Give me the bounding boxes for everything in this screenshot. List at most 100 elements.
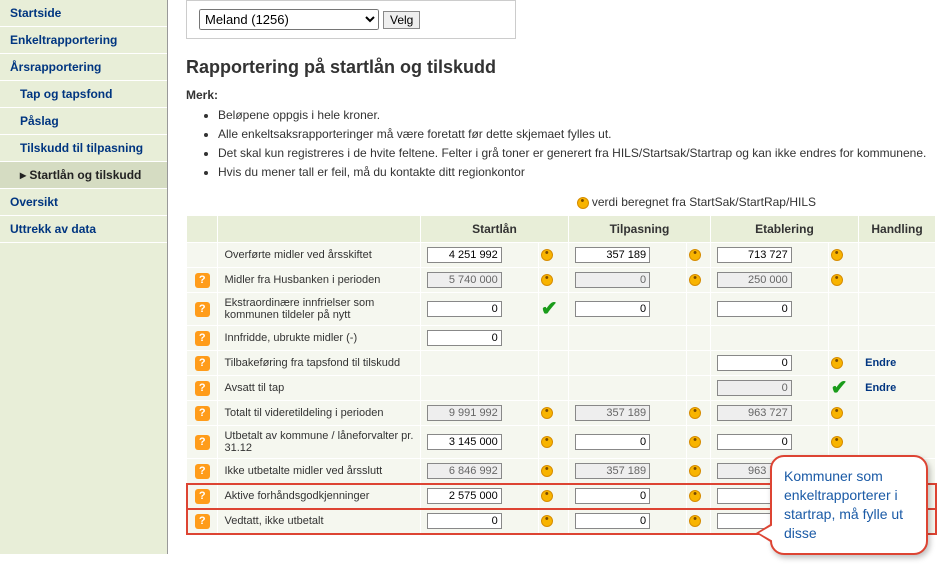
table-row: ? Avsatt til tap Endre	[187, 376, 936, 401]
amount-input	[427, 272, 502, 288]
table-row: ? Ekstraordinære innfrielser som kommunen…	[187, 293, 936, 326]
amount-input[interactable]	[717, 247, 792, 263]
check-icon	[541, 301, 559, 317]
table-row: ? Utbetalt av kommune / låneforvalter pr.…	[187, 426, 936, 459]
action-link[interactable]: Endre	[859, 351, 936, 376]
help-icon[interactable]: ?	[195, 435, 210, 450]
table-header: Startlån	[420, 216, 568, 243]
sidebar-item-5[interactable]: Tilskudd til tilpasning	[0, 135, 167, 162]
amount-input[interactable]	[427, 301, 502, 317]
sidebar-item-3[interactable]: Tap og tapsfond	[0, 81, 167, 108]
municipality-selector-box: Meland (1256) Velg	[186, 0, 516, 39]
calculated-icon	[831, 407, 843, 419]
calculated-icon	[689, 274, 701, 286]
amount-input[interactable]	[575, 513, 650, 529]
amount-input[interactable]	[427, 434, 502, 450]
note-list: Beløpene oppgis i hele kroner.Alle enkel…	[218, 106, 936, 181]
callout-annotation: Kommuner som enkeltrapporterer i startra…	[770, 455, 928, 555]
amount-input	[717, 405, 792, 421]
calculated-icon	[689, 436, 701, 448]
sidebar-item-7[interactable]: Oversikt	[0, 189, 167, 216]
table-row: ?Midler fra Husbanken i perioden	[187, 268, 936, 293]
amount-input[interactable]	[575, 301, 650, 317]
sidebar-item-6[interactable]: Startlån og tilskudd	[0, 162, 167, 189]
sidebar-item-1[interactable]: Enkeltrapportering	[0, 27, 167, 54]
table-row: ? Innfridde, ubrukte midler (-)	[187, 326, 936, 351]
calculated-icon	[689, 249, 701, 261]
action-link[interactable]: Endre	[859, 376, 936, 401]
amount-input	[717, 272, 792, 288]
row-label: Totalt til videretildeling i perioden	[218, 401, 420, 426]
check-icon	[831, 380, 849, 396]
row-label: Aktive forhåndsgodkjenninger	[218, 484, 420, 509]
amount-input	[575, 272, 650, 288]
amount-input[interactable]	[575, 488, 650, 504]
row-label: Ekstraordinære innfrielser som kommunen …	[218, 293, 420, 326]
table-row: ? Totalt til videretildeling i perioden	[187, 401, 936, 426]
note-item: Hvis du mener tall er feil, må du kontak…	[218, 163, 936, 181]
calculated-icon	[689, 465, 701, 477]
table-header: Tilpasning	[569, 216, 711, 243]
amount-input[interactable]	[427, 247, 502, 263]
table-header: Handling	[859, 216, 936, 243]
calculated-icon	[577, 197, 589, 209]
municipality-select[interactable]: Meland (1256)	[199, 9, 379, 30]
help-icon[interactable]: ?	[195, 331, 210, 346]
calculated-icon	[541, 515, 553, 527]
row-label: Avsatt til tap	[218, 376, 420, 401]
row-label: Vedtatt, ikke utbetalt	[218, 509, 420, 534]
calculated-icon	[541, 436, 553, 448]
calculated-icon	[541, 490, 553, 502]
calculated-icon	[541, 274, 553, 286]
calculated-icon	[689, 490, 701, 502]
amount-input[interactable]	[717, 301, 792, 317]
row-label: Tilbakeføring fra tapsfond til tilskudd	[218, 351, 420, 376]
note-label: Merk:	[186, 88, 936, 102]
row-label: Innfridde, ubrukte midler (-)	[218, 326, 420, 351]
amount-input	[427, 463, 502, 479]
page-title: Rapportering på startlån og tilskudd	[186, 57, 936, 78]
help-icon[interactable]: ?	[195, 356, 210, 371]
legend: verdi beregnet fra StartSak/StartRap/HIL…	[186, 195, 936, 209]
help-icon[interactable]: ?	[195, 381, 210, 396]
help-icon[interactable]: ?	[195, 514, 210, 529]
select-button[interactable]: Velg	[383, 11, 420, 29]
amount-input[interactable]	[427, 513, 502, 529]
help-icon[interactable]: ?	[195, 302, 210, 317]
row-label: Utbetalt av kommune / låneforvalter pr. …	[218, 426, 420, 459]
help-icon[interactable]: ?	[195, 406, 210, 421]
calculated-icon	[831, 436, 843, 448]
amount-input[interactable]	[575, 247, 650, 263]
amount-input[interactable]	[717, 355, 792, 371]
amount-input[interactable]	[427, 330, 502, 346]
sidebar-item-2[interactable]: Årsrapportering	[0, 54, 167, 81]
amount-input	[427, 405, 502, 421]
sidebar: StartsideEnkeltrapporteringÅrsrapporteri…	[0, 0, 168, 554]
help-icon[interactable]: ?	[195, 464, 210, 479]
note-item: Alle enkeltsaksrapporteringer må være fo…	[218, 125, 936, 143]
calculated-icon	[541, 407, 553, 419]
table-header: Etablering	[710, 216, 858, 243]
amount-input[interactable]	[427, 488, 502, 504]
amount-input	[575, 463, 650, 479]
calculated-icon	[689, 515, 701, 527]
calculated-icon	[541, 249, 553, 261]
table-header	[218, 216, 420, 243]
help-icon[interactable]: ?	[195, 489, 210, 504]
calculated-icon	[831, 357, 843, 369]
table-header	[187, 216, 218, 243]
calculated-icon	[831, 249, 843, 261]
sidebar-item-0[interactable]: Startside	[0, 0, 167, 27]
help-icon[interactable]: ?	[195, 273, 210, 288]
calculated-icon	[689, 407, 701, 419]
amount-input[interactable]	[575, 434, 650, 450]
amount-input[interactable]	[717, 434, 792, 450]
sidebar-item-8[interactable]: Uttrekk av data	[0, 216, 167, 243]
calculated-icon	[831, 274, 843, 286]
sidebar-item-4[interactable]: Påslag	[0, 108, 167, 135]
row-label: Overførte midler ved årsskiftet	[218, 243, 420, 268]
amount-input	[717, 380, 792, 396]
table-row: Overførte midler ved årsskiftet	[187, 243, 936, 268]
note-item: Det skal kun registreres i de hvite felt…	[218, 144, 936, 162]
amount-input	[575, 405, 650, 421]
